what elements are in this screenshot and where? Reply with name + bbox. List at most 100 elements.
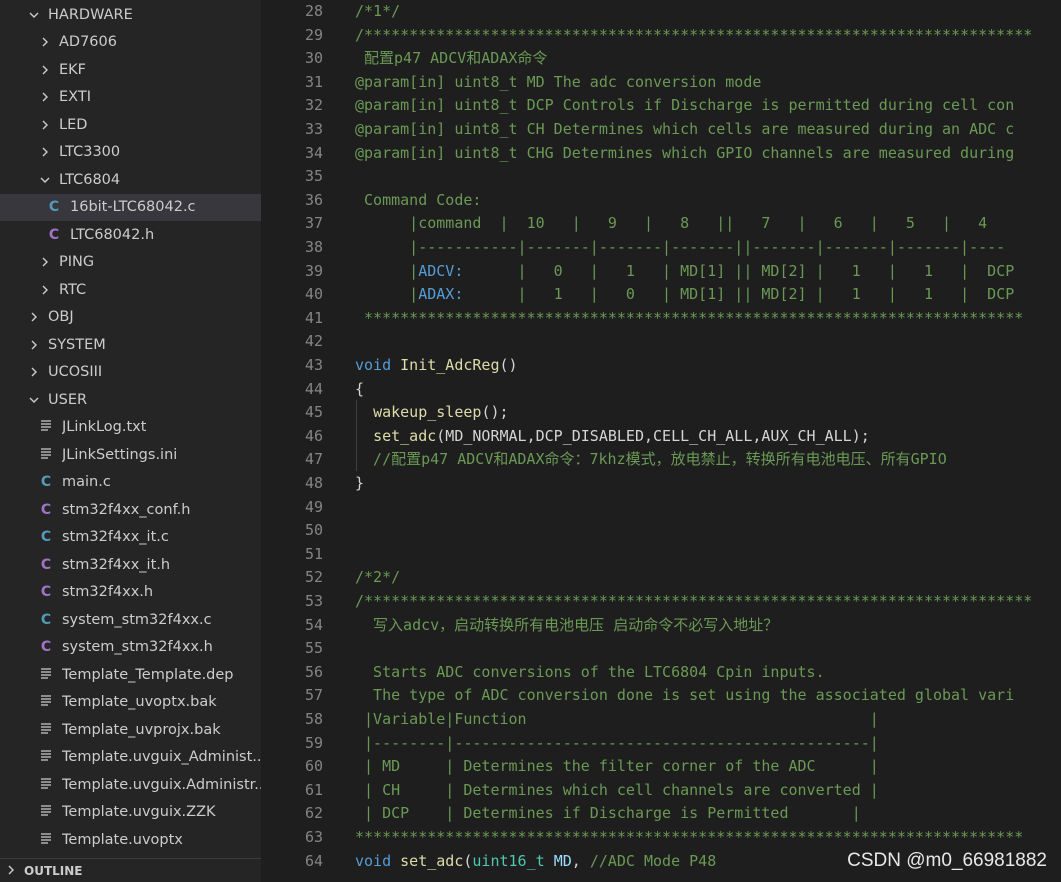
code-line[interactable]: 56 Starts ADC conversions of the LTC6804…: [261, 660, 1061, 684]
file-item[interactable]: C 16bit-LTC68042.c: [0, 193, 261, 221]
code-line[interactable]: 39 |ADCV: | 0 | 1 | MD[1] || MD[2] | 1 |…: [261, 259, 1061, 283]
code-text: /*1*/: [355, 0, 400, 23]
code-line[interactable]: 52 /*2*/: [261, 565, 1061, 589]
code-line[interactable]: 60 | MD | Determines the filter corner o…: [261, 754, 1061, 778]
code-line[interactable]: 35: [261, 164, 1061, 188]
code-text: void Init_AdcReg(): [355, 353, 518, 377]
code-text: |--------|------------------------------…: [355, 731, 879, 755]
outline-section-header[interactable]: OUTLINE: [0, 858, 261, 882]
folder-item[interactable]: SYSTEM: [0, 331, 261, 358]
line-number: 29: [304, 25, 323, 44]
code-line[interactable]: 44 {: [261, 377, 1061, 401]
tree-item-label: stm32f4xx.h: [62, 584, 154, 600]
folder-item[interactable]: LTC6804: [0, 166, 261, 193]
code-line[interactable]: 34 @param[in] uint8_t CHG Determines whic…: [261, 141, 1061, 165]
file-item[interactable]: Cmain.c: [0, 469, 261, 496]
file-item[interactable]: Cstm32f4xx_it.c: [0, 524, 261, 551]
code-line[interactable]: 50: [261, 518, 1061, 542]
code-token: @param[in] uint8_t DCP Controls if Disch…: [355, 96, 1015, 115]
code-line[interactable]: 37 |command | 10 | 9 | 8 || 7 | 6 | 5 | …: [261, 211, 1061, 235]
code-line[interactable]: 30 配置p47 ADCV和ADAX命令: [261, 46, 1061, 70]
folder-item[interactable]: EXTI: [0, 84, 261, 111]
line-number: 41: [304, 308, 323, 327]
code-text: @param[in] uint8_t CH Determines which c…: [355, 117, 1014, 141]
code-editor[interactable]: 28 /*1*/ 29 /******************************…: [261, 0, 1061, 882]
line-number: 50: [304, 521, 323, 540]
code-line[interactable]: 38 |-----------|-------|-------|-------|…: [261, 235, 1061, 259]
chevron-down-icon: [28, 9, 40, 21]
code-line[interactable]: 55: [261, 636, 1061, 660]
code-token: (MD_NORMAL,DCP_DISABLED,CELL_CH_ALL,AUX_…: [436, 426, 870, 445]
code-token: ****************************************…: [355, 828, 1024, 846]
folder-item[interactable]: LED: [0, 111, 261, 138]
folder-item[interactable]: PING: [0, 249, 261, 276]
file-item[interactable]: Cstm32f4xx_it.h: [0, 551, 261, 578]
text-file-icon: [39, 804, 53, 820]
file-item[interactable]: Template_uvprojx.bak: [0, 716, 261, 743]
file-item[interactable]: Template_uvoptx.bak: [0, 689, 261, 716]
file-item[interactable]: Template.uvoptx: [0, 826, 261, 853]
code-text: | MD | Determines the filter corner of t…: [355, 754, 879, 778]
code-line[interactable]: 57 The type of ADC conversion done is se…: [261, 683, 1061, 707]
code-token: //ADC Mode P48: [589, 851, 717, 870]
code-line[interactable]: 36 Command Code:: [261, 188, 1061, 212]
line-number: 51: [304, 544, 323, 563]
line-number: 58: [304, 710, 323, 728]
code-line[interactable]: 33 @param[in] uint8_t CH Determines which…: [261, 117, 1061, 141]
file-item[interactable]: JLinkLog.txt: [0, 414, 261, 441]
code-line[interactable]: 29 /*************************************…: [261, 23, 1061, 47]
chevron-down-icon: [39, 174, 51, 186]
code-line[interactable]: 53 /*************************************…: [261, 589, 1061, 613]
code-line[interactable]: 47 //配置p47 ADCV和ADAX命令：7khz模式，放电禁止，转换所有电…: [261, 447, 1061, 472]
code-line[interactable]: 48}: [261, 471, 1061, 495]
code-line[interactable]: 31 @param[in] uint8_t MD The adc conversi…: [261, 70, 1061, 94]
code-text: /***************************************…: [355, 23, 1032, 47]
file-item[interactable]: Template_Template.dep: [0, 661, 261, 688]
line-number: 52: [304, 568, 323, 587]
file-item[interactable]: Csystem_stm32f4xx.c: [0, 606, 261, 633]
code-line[interactable]: 63 **************************************…: [261, 825, 1061, 849]
code-line[interactable]: 45 wakeup_sleep();: [261, 400, 1061, 425]
folder-item[interactable]: EKF: [0, 56, 261, 83]
line-number: 36: [304, 190, 323, 209]
code-line[interactable]: 49: [261, 495, 1061, 519]
folder-item[interactable]: RTC: [0, 276, 261, 303]
code-line[interactable]: 42: [261, 329, 1061, 353]
code-line[interactable]: 54 写入adcv，启动转换所有电池电压 启动命令不必写入地址？: [261, 613, 1061, 637]
code-line[interactable]: 43 void Init_AdcReg(): [261, 353, 1061, 377]
file-item[interactable]: Template.uvguix_Administ...: [0, 744, 261, 771]
code-line[interactable]: 58 |Variable|Function |: [261, 707, 1061, 731]
file-item[interactable]: JLinkSettings.ini: [0, 441, 261, 468]
folder-item[interactable]: USER: [0, 386, 261, 413]
code-line[interactable]: 59 |--------|---------------------------…: [261, 731, 1061, 755]
line-number: 42: [304, 332, 323, 351]
folder-item[interactable]: LTC3300: [0, 139, 261, 166]
folder-item[interactable]: OBJ: [0, 304, 261, 331]
tree-item-label: EXTI: [59, 89, 91, 105]
code-line[interactable]: 40 |ADAX: | 1 | 0 | MD[1] || MD[2] | 1 |…: [261, 282, 1061, 306]
chevron-right-icon: [39, 91, 51, 103]
code-token: | MD | Determines the filter corner of t…: [355, 757, 879, 776]
line-number: 53: [304, 592, 323, 610]
file-item[interactable]: Csystem_stm32f4xx.h: [0, 634, 261, 661]
folder-item[interactable]: AD7606: [0, 29, 261, 56]
code-line[interactable]: 46 set_adc(MD_NORMAL,DCP_DISABLED,CELL_C…: [261, 423, 1061, 448]
file-item[interactable]: Cstm32f4xx.h: [0, 579, 261, 606]
line-number: 28: [304, 2, 323, 20]
folder-item[interactable]: HARDWARE: [0, 1, 261, 28]
code-line[interactable]: 61 | CH | Determines which cell channels…: [261, 778, 1061, 802]
code-line[interactable]: 28 /*1*/: [261, 0, 1061, 23]
tree-item-label: JLinkSettings.ini: [62, 446, 178, 463]
code-token: |Variable|Function |: [355, 710, 879, 728]
file-item[interactable]: C LTC68042.h: [0, 221, 261, 248]
code-line[interactable]: 41 *************************************…: [261, 306, 1061, 330]
file-item[interactable]: Template.uvguix.Administr...: [0, 771, 261, 798]
file-item[interactable]: Cstm32f4xx_conf.h: [0, 496, 261, 523]
line-number: 39: [304, 261, 323, 280]
code-line[interactable]: 51: [261, 542, 1061, 566]
code-line[interactable]: 32 @param[in] uint8_t DCP Controls if Dis…: [261, 93, 1061, 117]
code-line[interactable]: 62 | DCP | Determines if Discharge is Pe…: [261, 801, 1061, 825]
file-item[interactable]: Template.uvguix.ZZK: [0, 799, 261, 826]
folder-item[interactable]: UCOSIII: [0, 359, 261, 386]
line-number: 61: [304, 780, 323, 799]
